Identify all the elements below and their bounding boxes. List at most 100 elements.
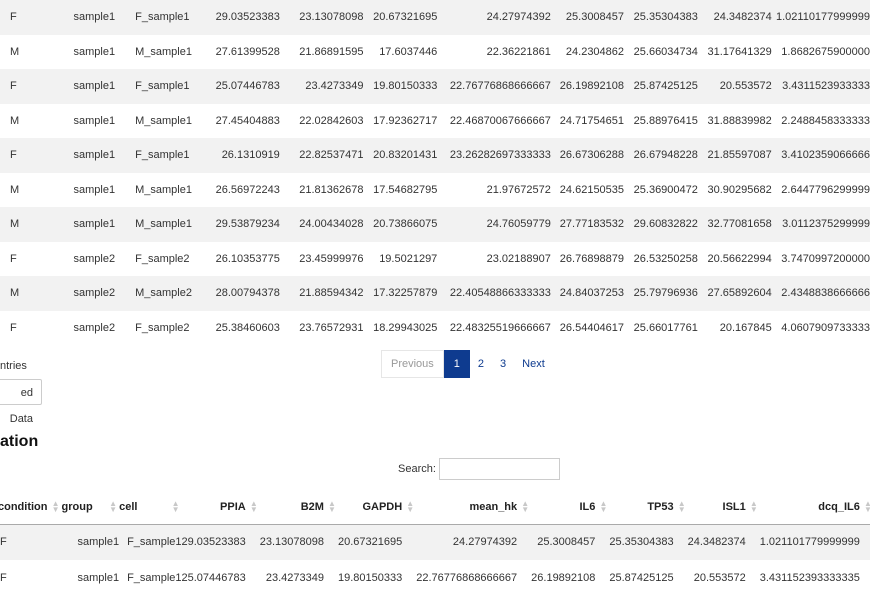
table-cell: F <box>10 80 17 93</box>
table-cell: 3.4311523933333 <box>782 80 870 93</box>
table-cell: 17.6037446 <box>379 45 438 58</box>
table-cell: 21.81362678 <box>299 183 364 196</box>
table-cell: 1.8682675900000 <box>781 45 870 58</box>
column-header-tp53[interactable]: TP53 ▲ ▼ <box>609 490 688 525</box>
table-cell: sample1 <box>77 536 120 549</box>
table-cell: M <box>10 287 20 300</box>
table-cell: sample1 <box>73 149 116 162</box>
table-cell: F_sample2 <box>135 321 190 334</box>
table-cell: 22.46870067666667 <box>449 114 551 127</box>
download-data-button[interactable]: ed Data <box>0 379 42 425</box>
table-cell: 27.45404883 <box>215 114 280 127</box>
table-cell: 26.1310919 <box>221 149 280 162</box>
column-header-label: IL6 <box>579 500 596 513</box>
table-cell: 20.67321695 <box>337 536 403 549</box>
column-header-label: group <box>61 500 93 513</box>
table-cell: 17.92362717 <box>373 114 438 127</box>
table-cell: F <box>10 252 17 265</box>
table-cell: 19.5021297 <box>379 252 438 265</box>
table-cell: 27.65892604 <box>707 287 772 300</box>
search-input[interactable] <box>438 458 560 480</box>
results-table: Fsample1 F_sample1 29.03523383 23.13078098 2… <box>0 0 870 345</box>
column-header-label: B2M <box>300 500 324 513</box>
table-cell: M <box>10 218 20 231</box>
column-header-ppia[interactable]: PPIA ▲ ▼ <box>181 490 260 525</box>
column-header-label: condition <box>0 500 48 513</box>
sort-icon: ▲ ▼ <box>328 498 336 514</box>
table-cell: 3.431152393333335 <box>759 572 860 584</box>
sort-icon: ▲ ▼ <box>521 498 530 514</box>
table-row: Msample1 M_sample1 27.61399528 21.86891595 1… <box>0 35 870 70</box>
table-cell: 29.60832822 <box>633 218 698 231</box>
table-cell: 2.6447796299999 <box>781 183 870 196</box>
table-cell: 25.35304383 <box>633 11 698 24</box>
table-cell: 23.13078098 <box>259 536 324 549</box>
table-cell: 26.19892108 <box>531 572 596 584</box>
column-header-gapdh[interactable]: GAPDH ▲ ▼ <box>337 490 417 525</box>
table-cell: 21.97672572 <box>486 183 551 196</box>
table-cell: 31.88839982 <box>707 114 772 127</box>
table-cell: sample2 <box>73 321 116 334</box>
table-cell: 1.021101779999999 <box>759 536 860 549</box>
table-cell: 24.84037253 <box>559 287 625 300</box>
table-cell: 3.7470997200000 <box>781 252 870 265</box>
table-cell: 22.36221861 <box>486 45 551 58</box>
table-cell: 20.553572 <box>693 572 746 584</box>
table-cell: M_sample1 <box>135 114 192 127</box>
table-row: Msample2 M_sample2 28.00794378 21.88594342 1… <box>0 276 870 311</box>
table-cell: 26.10353775 <box>215 252 280 265</box>
table-row: Fsample1 F_sample1 25.07446783 23.4273349 19… <box>0 69 870 104</box>
table-cell: sample1 <box>73 183 116 196</box>
table-cell: 25.38460603 <box>215 321 280 334</box>
column-header-isl1[interactable]: ISL1 ▲ ▼ <box>687 490 760 525</box>
next-page-button[interactable]: Next <box>514 351 553 377</box>
page-1-button[interactable]: 1 <box>443 350 470 378</box>
page-2-button[interactable]: 2 <box>470 351 492 377</box>
table-cell: 21.88594342 <box>299 287 364 300</box>
table-row: Fsample1 F_sample1 25.07446783 23.4273349 19… <box>0 560 870 596</box>
column-header-label: PPIA <box>220 500 246 513</box>
column-header-cell[interactable]: cell ▲ ▼ <box>119 490 182 525</box>
column-header-label: dcq_IL6 <box>818 500 860 513</box>
table-cell: 25.36900472 <box>633 183 698 196</box>
table-cell: M_sample1 <box>135 183 192 196</box>
previous-page-button[interactable]: Previous <box>381 350 444 378</box>
table-cell: 20.67321695 <box>373 11 438 24</box>
sort-icon: ▲ ▼ <box>51 498 60 514</box>
table-cell: 24.3482374 <box>713 11 772 24</box>
column-header-condition[interactable]: condition ▲ ▼ <box>0 490 62 525</box>
column-header-mean-hk[interactable]: mean_hk ▲ ▼ <box>416 490 532 525</box>
table-cell: 31.17641329 <box>707 45 772 58</box>
sort-icon: ▲ ▼ <box>406 498 415 514</box>
table-cell: F_sample1 <box>135 80 190 93</box>
column-header-dcq-il6[interactable]: dcq_IL6 ▲ ▼ <box>759 490 870 525</box>
table-row: Fsample2 F_sample2 25.38460603 23.76572931 1… <box>0 311 870 346</box>
table-cell: 20.73866075 <box>373 218 438 231</box>
page-3-button[interactable]: 3 <box>492 351 514 377</box>
table-cell: sample2 <box>73 252 116 265</box>
table-cell: 25.07446783 <box>215 80 280 93</box>
table-cell: 20.83201431 <box>373 149 438 162</box>
table-cell: 24.62150535 <box>559 183 625 196</box>
table-cell: 22.02842603 <box>299 114 364 127</box>
table-row: Fsample1 F_sample1 26.1310919 22.82537471 20… <box>0 138 870 173</box>
column-header-label: cell <box>119 500 138 513</box>
table-cell: 2.4348838666666 <box>781 287 870 300</box>
column-header-il6[interactable]: IL6 ▲ ▼ <box>531 490 610 525</box>
table-cell: 19.80150333 <box>373 80 438 93</box>
table-row: Msample1 M_sample1 26.56972243 21.81362678 1… <box>0 173 870 208</box>
column-header-group[interactable]: group ▲ ▼ <box>61 490 120 525</box>
table-cell: 25.66034734 <box>633 45 698 58</box>
sort-icon: ▲ ▼ <box>599 498 608 514</box>
table-cell: 24.76059779 <box>486 218 551 231</box>
table-cell: 25.66017761 <box>633 321 698 334</box>
table-cell: sample2 <box>73 287 116 300</box>
table-row: Fsample1 F_sample1 29.03523383 23.13078098 2… <box>0 0 870 35</box>
entries-info: ntries <box>0 360 27 372</box>
table-cell: 23.4273349 <box>265 572 324 584</box>
table-cell: 25.07446783 <box>181 572 246 584</box>
sort-icon: ▲ ▼ <box>863 498 870 514</box>
column-header-b2m[interactable]: B2M ▲ ▼ <box>259 490 338 525</box>
table-cell: 21.85597087 <box>707 149 772 162</box>
table-cell: 18.29943025 <box>373 321 438 334</box>
